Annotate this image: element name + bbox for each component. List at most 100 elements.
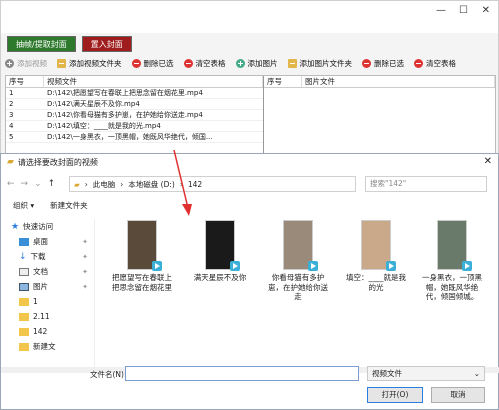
folder-icon <box>19 327 29 336</box>
video-thumbnail <box>127 220 162 271</box>
table-row[interactable]: 2 D:\142\满天星辰不及你.mp4 <box>6 99 263 110</box>
sidebar-item-documents[interactable]: 文档 ✦ <box>1 264 94 279</box>
file-list: 把愿望写在春联上把思念留在烟花里 满天星辰不及你 你看母猫有多护崽，在护她给你送… <box>101 220 491 364</box>
clear-table-button[interactable]: 清空表格 <box>183 58 226 69</box>
column-header-index[interactable]: 序号 <box>264 76 302 87</box>
clear-image-table-button[interactable]: 清空表格 <box>414 58 456 69</box>
minimize-icon[interactable]: — <box>436 5 446 16</box>
delete-selected-button[interactable]: 删除已选 <box>131 58 174 69</box>
annotation-arrow <box>173 150 192 216</box>
tab-extract-cover[interactable]: 抽帧/提取封面 <box>7 36 76 52</box>
sidebar-item-folder-142[interactable]: 142 <box>1 324 94 339</box>
title-bar: — ☐ ✕ <box>1 1 498 33</box>
folder-icon <box>19 297 29 306</box>
up-icon[interactable]: ↑ <box>48 179 56 189</box>
add-image-button[interactable]: 添加图片 <box>235 58 278 69</box>
filetype-select[interactable]: 视频文件 ⌄ <box>367 366 485 381</box>
file-label: 满天星辰不及你 <box>193 273 247 282</box>
close-icon[interactable]: ✕ <box>482 5 490 16</box>
toolbar: 添加视频 添加视频文件夹 删除已选 清空表格 添加图片 添加图片文件夹 删除已选… <box>5 58 456 69</box>
video-file-item[interactable]: 把愿望写在春联上把思念留在烟花里 <box>109 220 175 292</box>
path-separator: › <box>120 179 124 189</box>
video-play-icon <box>230 261 240 271</box>
path-separator: › <box>84 179 88 189</box>
open-button[interactable]: 打开(O) <box>367 387 423 403</box>
cancel-button[interactable]: 取消 <box>431 387 485 403</box>
video-play-icon <box>386 261 396 271</box>
filename-input[interactable] <box>125 366 359 381</box>
pin-icon: ✦ <box>82 252 88 261</box>
image-table-header: 序号 图片文件 <box>264 76 495 88</box>
download-icon: ↓ <box>19 251 27 262</box>
folder-icon: ▰ <box>7 157 14 167</box>
video-thumbnail <box>361 220 396 271</box>
table-row[interactable]: 5 D:\142\一身黑衣，一顶黑帽，她既风华绝代，倾国... <box>6 132 263 143</box>
delete-icon <box>362 59 371 68</box>
video-table-header: 序号 视频文件 <box>6 76 263 88</box>
folder-icon <box>19 312 29 321</box>
table-row[interactable]: 4 D:\142\填空：____就是我的光.mp4 <box>6 121 263 132</box>
sidebar-item-pictures[interactable]: 图片 ✦ <box>1 279 94 294</box>
path-box[interactable]: ▰ › 此电脑 › 本地磁盘 (D:) › 142 <box>69 176 356 192</box>
video-file-item[interactable]: 一身黑衣，一顶黑帽，她既风华绝代，倾国倾城。 <box>419 220 485 302</box>
mode-tabs: 抽帧/提取封面 置入封面 <box>7 36 132 52</box>
breadcrumb-this-pc[interactable]: 此电脑 <box>93 179 116 190</box>
filename-label: 文件名(N): <box>90 370 127 379</box>
table-row[interactable]: 1 D:\142\把愿望写在春联上把思念留在烟花里.mp4 <box>6 88 263 99</box>
column-header-image[interactable]: 图片文件 <box>302 76 495 87</box>
video-file-item[interactable]: 填空：____就是我的光 <box>343 220 409 292</box>
image-table: 序号 图片文件 <box>264 76 495 156</box>
delete-selected-image-button[interactable]: 删除已选 <box>362 58 404 69</box>
star-icon: ★ <box>11 221 20 232</box>
forward-icon[interactable]: → <box>21 179 29 189</box>
video-play-icon <box>462 261 472 271</box>
folder-icon <box>19 342 29 351</box>
column-header-index[interactable]: 序号 <box>6 76 44 87</box>
close-icon[interactable]: ✕ <box>484 156 492 167</box>
desktop-icon <box>19 237 29 246</box>
navigation-pane: ★ 快速访问 桌面 ✦ ↓ 下载 ✦ 文档 ✦ 图片 ✦ 1 2.11 142 新建文 <box>1 219 95 367</box>
video-file-item[interactable]: 满天星辰不及你 <box>187 220 253 283</box>
video-thumbnail <box>437 220 472 271</box>
organize-button[interactable]: 组织 ▾ <box>13 200 34 211</box>
video-thumbnail <box>205 220 240 271</box>
document-icon <box>19 267 29 276</box>
clear-icon <box>183 59 193 68</box>
video-file-item[interactable]: 你看母猫有多护崽，在护她给你送走 <box>265 220 331 302</box>
sidebar-item-desktop[interactable]: 桌面 ✦ <box>1 234 94 249</box>
open-file-dialog: ▰ 请选择要改封面的视频 ✕ ← → ⌄ ↑ ▰ › 此电脑 › 本地磁盘 (D… <box>0 153 499 410</box>
sidebar-item-folder-1[interactable]: 1 <box>1 294 94 309</box>
add-image-folder-button[interactable]: 添加图片文件夹 <box>287 58 352 69</box>
folder-icon <box>287 59 297 68</box>
chevron-down-icon[interactable]: ⌄ <box>34 179 42 189</box>
file-tables: 序号 视频文件 1 D:\142\把愿望写在春联上把思念留在烟花里.mp4 2 D:… <box>5 75 496 157</box>
sidebar-item-quick-access[interactable]: ★ 快速访问 <box>1 219 94 234</box>
add-icon <box>5 59 14 68</box>
sidebar-item-new-folder[interactable]: 新建文 <box>1 339 94 354</box>
command-bar: 组织 ▾ 新建文件夹 <box>1 197 499 213</box>
video-table: 序号 视频文件 1 D:\142\把愿望写在春联上把思念留在烟花里.mp4 2 D:… <box>6 76 264 156</box>
sidebar-item-downloads[interactable]: ↓ 下载 ✦ <box>1 249 94 264</box>
sidebar-item-folder-2-11[interactable]: 2.11 <box>1 309 94 324</box>
picture-icon <box>19 282 29 291</box>
add-video-folder-button[interactable]: 添加视频文件夹 <box>57 58 122 69</box>
chevron-down-icon: ⌄ <box>473 369 480 378</box>
address-bar: ← → ⌄ ↑ ▰ › 此电脑 › 本地磁盘 (D:) › 142 搜索"142… <box>1 174 499 194</box>
file-label: 填空：____就是我的光 <box>346 273 406 292</box>
search-input[interactable]: 搜索"142" <box>365 176 487 192</box>
back-icon[interactable]: ← <box>7 179 15 189</box>
video-play-icon <box>152 261 162 271</box>
dialog-title-bar: ▰ 请选择要改封面的视频 ✕ <box>1 154 498 170</box>
folder-icon <box>57 59 66 68</box>
new-folder-button[interactable]: 新建文件夹 <box>50 200 88 211</box>
dialog-title: 请选择要改封面的视频 <box>17 157 98 167</box>
add-video-button[interactable]: 添加视频 <box>5 58 47 69</box>
tab-insert-cover[interactable]: 置入封面 <box>81 36 132 52</box>
pin-icon: ✦ <box>82 267 88 276</box>
maximize-icon[interactable]: ☐ <box>459 5 468 16</box>
column-header-video[interactable]: 视频文件 <box>44 76 263 87</box>
folder-icon: ▰ <box>74 179 80 189</box>
table-row[interactable]: 3 D:\142\你看母猫有多护崽，在护她给你送走.mp4 <box>6 110 263 121</box>
video-play-icon <box>308 261 318 271</box>
file-label: 一身黑衣，一顶黑帽，她既风华绝代，倾国倾城。 <box>422 273 482 301</box>
